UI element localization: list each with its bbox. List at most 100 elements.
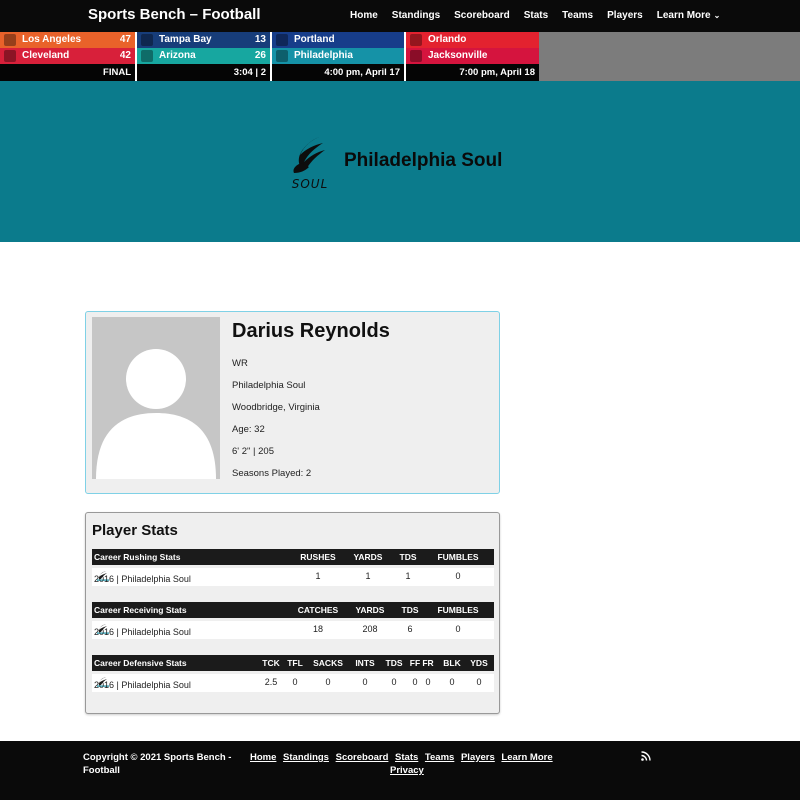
nav-players[interactable]: Players bbox=[607, 10, 643, 21]
game-2-home: Arizona 26 bbox=[137, 48, 270, 64]
table-cell: 18 bbox=[312, 624, 324, 634]
table-cell: 0 bbox=[449, 677, 455, 687]
table-cell: 208 bbox=[362, 624, 378, 634]
footer-link-scoreboard[interactable]: Scoreboard bbox=[336, 752, 389, 763]
team-name: Jacksonville bbox=[428, 50, 488, 61]
table-caption: Career Rushing Stats bbox=[94, 552, 181, 562]
copyright-text: Copyright © 2021 Sports Bench - Football bbox=[83, 752, 232, 776]
nav-teams[interactable]: Teams bbox=[562, 10, 593, 21]
column-header: TCK bbox=[262, 658, 280, 668]
table-cell: 0 bbox=[412, 677, 418, 687]
column-header: TDS bbox=[385, 658, 403, 668]
footer-link-standings[interactable]: Standings bbox=[283, 752, 329, 763]
footer-link-stats[interactable]: Stats bbox=[395, 752, 418, 763]
nav-standings[interactable]: Standings bbox=[392, 10, 440, 21]
game-2-away: Tampa Bay 13 bbox=[137, 32, 270, 48]
receiving-stats-header: Career Receiving Stats CATCHES YARDS TDS… bbox=[92, 602, 494, 618]
site-title[interactable]: Sports Bench – Football bbox=[88, 6, 261, 23]
game-2[interactable]: Tampa Bay 13 Arizona 26 3:04 | 2 bbox=[137, 32, 270, 81]
team-name: Philadelphia bbox=[294, 50, 353, 61]
main-nav: Home Standings Scoreboard Stats Teams Pl… bbox=[350, 10, 734, 21]
column-header: YDS bbox=[470, 658, 488, 668]
game-1-away: Los Angeles 47 bbox=[0, 32, 135, 48]
player-seasons: Seasons Played: 2 bbox=[232, 468, 312, 479]
table-cell: 0 bbox=[455, 624, 461, 634]
season-team-label: 2016 | Philadelphia Soul bbox=[94, 627, 191, 637]
footer-link-teams[interactable]: Teams bbox=[425, 752, 454, 763]
column-header: TDS bbox=[401, 605, 419, 615]
nav-home[interactable]: Home bbox=[350, 10, 378, 21]
game-3-home: Philadelphia bbox=[272, 48, 404, 64]
season-team-cell: 2016 | Philadelphia Soul bbox=[94, 571, 191, 584]
scoreboard: Los Angeles 47 Cleveland 42 FINAL Tampa … bbox=[0, 32, 800, 81]
defensive-stats-header: Career Defensive Stats TCK TFL SACKS INT… bbox=[92, 655, 494, 671]
team-name: Portland bbox=[294, 34, 335, 45]
stats-title: Player Stats bbox=[92, 522, 178, 539]
nav-stats[interactable]: Stats bbox=[524, 10, 548, 21]
avatar-placeholder-icon bbox=[92, 317, 220, 479]
footer-link-home[interactable]: Home bbox=[250, 752, 276, 763]
season-team-label: 2016 | Philadelphia Soul bbox=[94, 680, 191, 690]
rss-icon[interactable] bbox=[641, 751, 651, 761]
column-header: CATCHES bbox=[297, 605, 339, 615]
top-nav-bar: Sports Bench – Football Home Standings S… bbox=[0, 0, 800, 32]
column-header: YARDS bbox=[355, 605, 385, 615]
table-cell: 0 bbox=[425, 677, 431, 687]
team-name: Cleveland bbox=[22, 50, 70, 61]
player-height-weight: 6' 2" | 205 bbox=[232, 446, 274, 457]
footer-nav: Home Standings Scoreboard Stats Teams Pl… bbox=[250, 751, 580, 777]
game-4[interactable]: Orlando Jacksonville 7:00 pm, April 18 bbox=[406, 32, 539, 81]
game-status: 3:04 | 2 bbox=[137, 64, 270, 81]
table-cell: 0 bbox=[325, 677, 331, 687]
team-name: Orlando bbox=[428, 34, 467, 45]
table-cell: 0 bbox=[476, 677, 482, 687]
logo-text: SOUL bbox=[292, 177, 329, 191]
team-logo-icon bbox=[410, 34, 422, 46]
column-header: FUMBLES bbox=[437, 605, 479, 615]
game-4-home: Jacksonville bbox=[406, 48, 539, 64]
nav-scoreboard[interactable]: Scoreboard bbox=[454, 10, 510, 21]
game-3-away: Portland bbox=[272, 32, 404, 48]
game-status: 4:00 pm, April 17 bbox=[272, 64, 404, 81]
game-1-home: Cleveland 42 bbox=[0, 48, 135, 64]
column-header: SACKS bbox=[313, 658, 343, 668]
game-1[interactable]: Los Angeles 47 Cleveland 42 FINAL bbox=[0, 32, 135, 81]
column-header: TFL bbox=[287, 658, 303, 668]
table-cell: 6 bbox=[407, 624, 413, 634]
player-name: Darius Reynolds bbox=[232, 320, 390, 342]
column-header: RUSHES bbox=[300, 552, 336, 562]
season-team-label: 2016 | Philadelphia Soul bbox=[94, 574, 191, 584]
game-status: FINAL bbox=[0, 64, 135, 81]
team-score: 47 bbox=[119, 34, 131, 45]
footer-link-players[interactable]: Players bbox=[461, 752, 495, 763]
player-team: Philadelphia Soul bbox=[232, 380, 306, 391]
player-hometown: Woodbridge, Virginia bbox=[232, 402, 320, 413]
game-3[interactable]: Portland Philadelphia 4:00 pm, April 17 bbox=[272, 32, 404, 81]
game-4-away: Orlando bbox=[406, 32, 539, 48]
table-cell: 0 bbox=[362, 677, 368, 687]
player-card: Darius Reynolds WR Philadelphia Soul Woo… bbox=[85, 311, 500, 494]
footer-link-privacy[interactable]: Privacy bbox=[390, 765, 424, 776]
column-header: FF bbox=[409, 658, 421, 668]
nav-learn-more-label: Learn More bbox=[656, 10, 711, 21]
table-cell: 2.5 bbox=[264, 677, 278, 687]
column-header: YARDS bbox=[353, 552, 383, 562]
soul-logo-icon: SOUL bbox=[292, 136, 329, 191]
table-cell: 1 bbox=[405, 571, 411, 581]
game-status: 7:00 pm, April 18 bbox=[406, 64, 539, 81]
site-footer: Copyright © 2021 Sports Bench - Football… bbox=[0, 741, 800, 800]
column-header: FUMBLES bbox=[437, 552, 479, 562]
footer-link-learn-more[interactable]: Learn More bbox=[501, 752, 552, 763]
team-logo-icon bbox=[141, 34, 153, 46]
season-team-cell: 2016 | Philadelphia Soul bbox=[94, 677, 191, 690]
team-score: 26 bbox=[254, 50, 266, 61]
team-score: 13 bbox=[254, 34, 266, 45]
player-age: Age: 32 bbox=[232, 424, 265, 435]
column-header: FR bbox=[422, 658, 434, 668]
column-header: TDS bbox=[399, 552, 417, 562]
team-name: Tampa Bay bbox=[159, 34, 212, 45]
nav-learn-more[interactable]: Learn More ⌄ bbox=[657, 10, 721, 21]
team-logo-icon bbox=[276, 34, 288, 46]
team-name: Los Angeles bbox=[22, 34, 82, 45]
player-stats-card: Player Stats Career Rushing Stats RUSHES… bbox=[85, 512, 500, 714]
